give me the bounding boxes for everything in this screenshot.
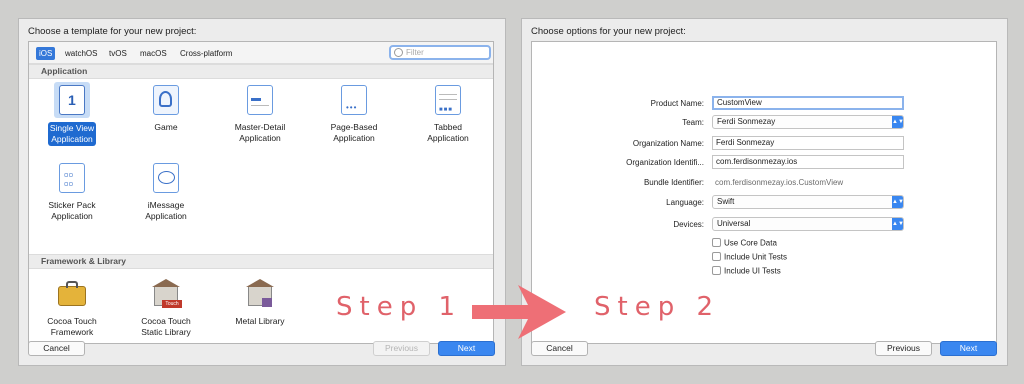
org-name-input[interactable]: Ferdi Sonmezay	[712, 136, 904, 150]
tab-tvos[interactable]: tvOS	[106, 47, 130, 60]
cancel-button[interactable]: Cancel	[28, 341, 85, 356]
single-view-icon: 1	[54, 82, 90, 118]
org-name-label: Organization Name:	[632, 139, 704, 148]
template-single-view[interactable]: 1 Single View Application	[32, 82, 112, 147]
include-ui-tests-checkbox[interactable]: Include UI Tests	[712, 266, 781, 278]
template-chooser-title: Choose a template for your new project:	[28, 26, 197, 37]
language-label: Language:	[666, 198, 704, 207]
game-icon	[148, 82, 184, 118]
template-metal-library[interactable]: Metal Library	[220, 276, 300, 327]
chevron-updown-icon: ▲▼	[892, 218, 904, 230]
step-1-label: Step 1	[336, 292, 463, 322]
checkbox-label: Include UI Tests	[724, 266, 781, 276]
template-master-detail[interactable]: Master-Detail Application	[220, 82, 300, 144]
row-language: Language: Swift ▲▼	[532, 195, 996, 211]
template-label: Tabbed Application	[427, 122, 469, 143]
tab-watchos[interactable]: watchOS	[62, 47, 100, 60]
chevron-updown-icon: ▲▼	[892, 196, 904, 208]
product-name-label: Product Name:	[650, 99, 704, 108]
tab-ios[interactable]: iOS	[36, 47, 56, 60]
building-touch-icon: Touch	[148, 276, 184, 312]
cancel-button[interactable]: Cancel	[531, 341, 588, 356]
arrow-right-icon	[472, 285, 566, 339]
platform-tabbar: iOS watchOS tvOS macOS Cross-platform Fi…	[29, 42, 493, 64]
template-imessage[interactable]: iMessage Application	[126, 160, 206, 222]
section-application: Application	[29, 64, 493, 79]
template-cocoa-touch-framework[interactable]: Cocoa Touch Framework	[32, 276, 112, 338]
page-based-icon: •••	[336, 82, 372, 118]
template-game[interactable]: Game	[126, 82, 206, 133]
org-id-label: Organization Identifi...	[626, 158, 704, 167]
imessage-icon	[148, 160, 184, 196]
checkbox-box	[712, 266, 721, 276]
toolbox-icon	[54, 276, 90, 312]
product-name-input[interactable]: CustomView	[712, 96, 904, 110]
next-button[interactable]: Next	[940, 341, 997, 356]
row-team: Team: Ferdi Sonmezay ▲▼	[532, 115, 996, 131]
template-label: Sticker Pack Application	[48, 200, 96, 221]
step-2-label: Step 2	[594, 292, 721, 322]
org-id-input[interactable]: com.ferdisonmezay.ios	[712, 155, 904, 169]
template-cocoa-touch-static-library[interactable]: Touch Cocoa Touch Static Library	[126, 276, 206, 338]
template-label: Master-Detail Application	[234, 122, 286, 143]
template-label: Cocoa Touch Framework	[47, 316, 97, 337]
sticker-pack-icon: ▫▫ ▫▫	[54, 160, 90, 196]
previous-button[interactable]: Previous	[875, 341, 932, 356]
tabbed-icon: ■■■	[430, 82, 466, 118]
section-framework-library: Framework & Library	[29, 254, 493, 269]
tab-macos[interactable]: macOS	[137, 47, 170, 60]
template-sticker-pack[interactable]: ▫▫ ▫▫ Sticker Pack Application	[32, 160, 112, 222]
devices-select[interactable]: Universal ▲▼	[712, 217, 904, 231]
project-options-title: Choose options for your new project:	[531, 26, 686, 37]
tab-cross-platform[interactable]: Cross-platform	[177, 47, 235, 60]
bundle-id-value: com.ferdisonmezay.ios.CustomView	[715, 178, 844, 187]
row-devices: Devices: Universal ▲▼	[532, 217, 996, 233]
template-label: Single View Application	[47, 122, 97, 146]
template-label: iMessage Application	[145, 200, 187, 221]
row-product-name: Product Name: CustomView	[532, 96, 996, 112]
include-unit-tests-checkbox[interactable]: Include Unit Tests	[712, 252, 787, 264]
filter-icon	[394, 48, 403, 57]
language-select[interactable]: Swift ▲▼	[712, 195, 904, 209]
devices-value: Universal	[717, 219, 751, 228]
team-label: Team:	[682, 118, 704, 127]
devices-label: Devices:	[673, 220, 704, 229]
team-value: Ferdi Sonmezay	[717, 117, 776, 126]
filter-input[interactable]: Filter	[389, 45, 491, 60]
chevron-updown-icon: ▲▼	[892, 116, 904, 128]
team-select[interactable]: Ferdi Sonmezay ▲▼	[712, 115, 904, 129]
building-metal-icon	[242, 276, 278, 312]
row-org-id: Organization Identifi... com.ferdisonmez…	[532, 155, 996, 171]
checkbox-box	[712, 252, 721, 262]
template-label: Game	[154, 122, 178, 132]
template-label: Metal Library	[235, 316, 285, 326]
next-button[interactable]: Next	[438, 341, 495, 356]
row-org-name: Organization Name: Ferdi Sonmezay	[532, 136, 996, 152]
checkbox-box	[712, 238, 721, 248]
use-core-data-checkbox[interactable]: Use Core Data	[712, 238, 777, 250]
master-detail-icon	[242, 82, 278, 118]
checkbox-label: Include Unit Tests	[724, 252, 787, 262]
language-value: Swift	[717, 197, 735, 206]
template-label: Page-Based Application	[330, 122, 378, 143]
template-page-based[interactable]: ••• Page-Based Application	[314, 82, 394, 144]
template-label: Cocoa Touch Static Library	[141, 316, 191, 337]
checkbox-label: Use Core Data	[724, 238, 777, 248]
previous-button[interactable]: Previous	[373, 341, 430, 356]
template-tabbed[interactable]: ■■■ Tabbed Application	[408, 82, 488, 144]
row-bundle-id: Bundle Identifier: com.ferdisonmezay.ios…	[532, 175, 996, 191]
bundle-id-label: Bundle Identifier:	[643, 178, 704, 187]
filter-placeholder: Filter	[406, 48, 424, 57]
